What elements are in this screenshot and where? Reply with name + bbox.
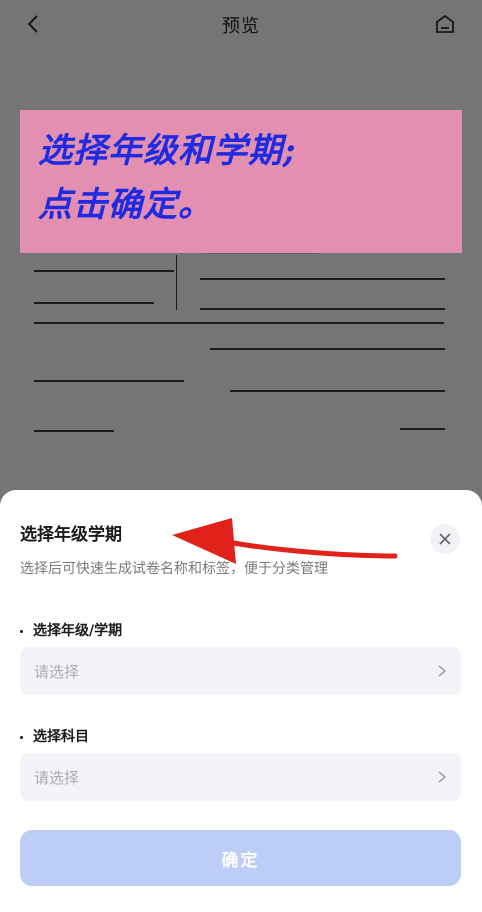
sheet-subtitle: 选择后可快速生成试卷名称和标签，便于分类管理 (20, 561, 328, 577)
subject-label-text: 选择科目 (33, 729, 89, 745)
grade-term-label-text: 选择年级/学期 (33, 623, 123, 639)
chevron-right-icon (438, 665, 447, 677)
bottom-sheet: 选择年级学期 选择后可快速生成试卷名称和标签，便于分类管理 选择年级/学期 请选… (0, 490, 482, 912)
subject-placeholder: 请选择 (34, 768, 80, 787)
chevron-right-icon (438, 771, 447, 783)
bullet-dot (20, 735, 23, 739)
grade-term-placeholder: 请选择 (34, 662, 80, 681)
confirm-button[interactable]: 确定 (20, 830, 461, 886)
subject-label: 选择科目 (20, 726, 89, 746)
grade-term-label: 选择年级/学期 (20, 620, 122, 640)
banner-line-1: 选择年级和学期; (38, 131, 297, 171)
confirm-label: 确定 (221, 850, 260, 871)
sheet-title: 选择年级学期 (20, 525, 122, 545)
subject-select[interactable]: 请选择 (20, 753, 461, 801)
close-button[interactable] (430, 524, 460, 554)
instruction-banner: 选择年级和学期; 点击确定。 (20, 110, 462, 253)
banner-line-2: 点击确定。 (38, 185, 213, 225)
bullet-dot (20, 629, 23, 633)
grade-term-select[interactable]: 请选择 (20, 647, 461, 695)
close-icon (439, 533, 451, 545)
